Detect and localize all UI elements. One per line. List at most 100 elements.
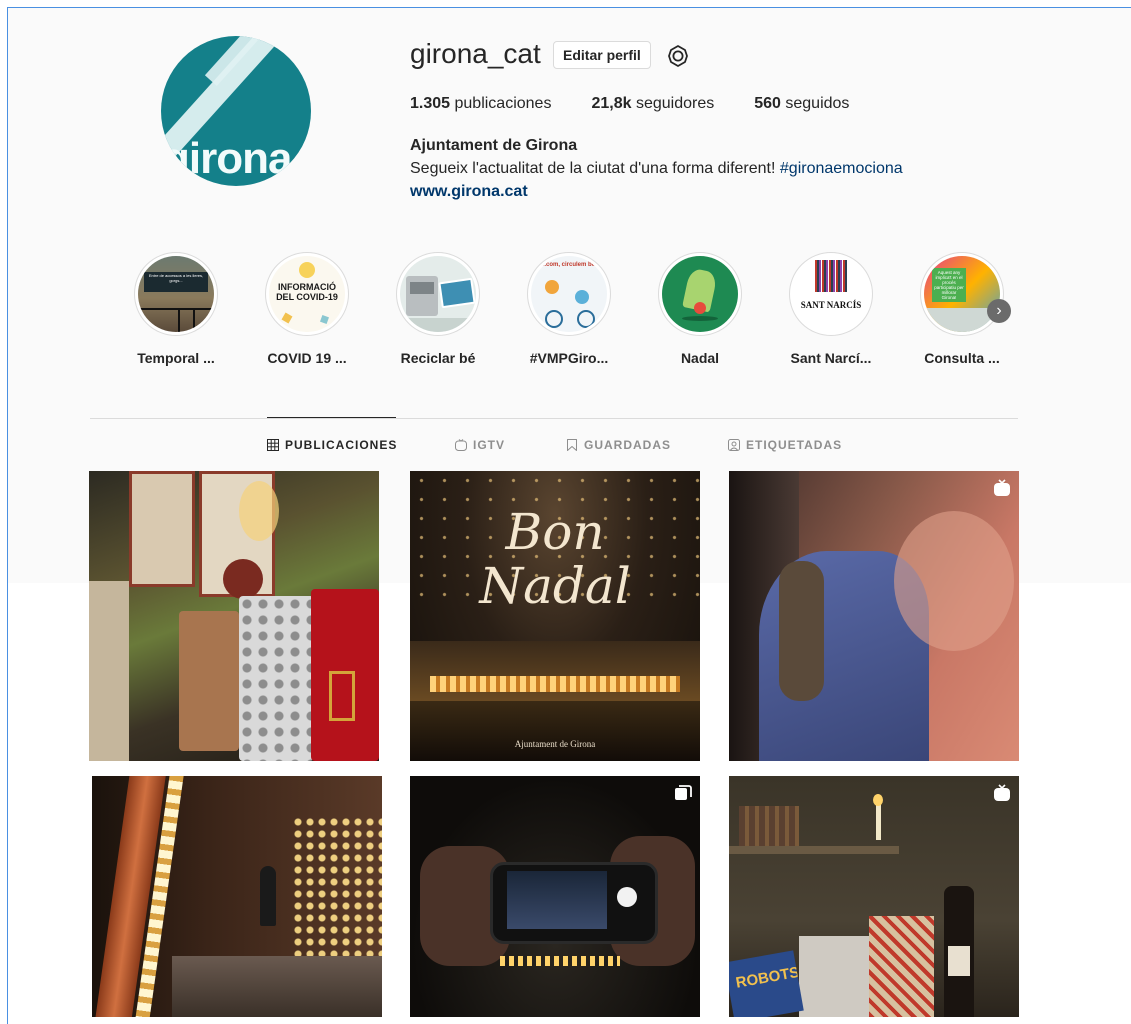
ground-shape	[400, 318, 476, 332]
following-stat[interactable]: 560 seguidos	[754, 95, 849, 113]
post-thumbnail[interactable]	[410, 776, 700, 1017]
railing-shape	[178, 308, 180, 332]
confetti-shape	[281, 312, 293, 324]
mailbox-slot-shape	[329, 671, 355, 721]
lantern-shape	[239, 481, 279, 541]
highlight-item[interactable]: INFORMACIÓ DEL COVID-19 COVID 19 ...	[262, 252, 352, 366]
settings-gear-icon[interactable]	[666, 44, 690, 68]
phone-screen-shape	[507, 871, 607, 929]
person-shape	[545, 280, 559, 294]
bottle-label-shape	[948, 946, 970, 976]
mailbox-shape	[179, 611, 239, 751]
buildings-shape	[410, 641, 700, 701]
profile-username: girona_cat	[410, 38, 541, 69]
highlight-ring: INFORMACIÓ DEL COVID-19	[265, 252, 349, 336]
game-box-text: ROBOTS	[734, 963, 801, 992]
card-shape	[438, 277, 476, 309]
highlight-label: Nadal	[680, 350, 720, 366]
railing-shape	[138, 308, 214, 310]
grid-icon	[267, 439, 279, 451]
highlight-label: Reciclar bé	[400, 350, 476, 366]
streamers-shape	[815, 260, 847, 292]
shadow-shape	[682, 316, 718, 321]
highlight-item[interactable]: Entre de accessos a les lleres, gorgs...…	[131, 252, 221, 366]
shutter-button-shape	[617, 887, 637, 907]
highlight-item[interactable]: Nadal	[655, 252, 745, 366]
igtv-icon	[994, 784, 1010, 801]
highlight-cover: INFORMACIÓ DEL COVID-19	[269, 256, 345, 332]
post-thumbnail[interactable]	[92, 776, 382, 1017]
post-thumbnail[interactable]	[89, 471, 379, 761]
post-thumbnail[interactable]: Bon Nadal Ajuntament de Girona	[410, 471, 700, 761]
tab-label: IGTV	[473, 438, 506, 452]
ornament-shape	[694, 302, 706, 314]
river-shape	[410, 701, 700, 761]
highlight-label: Temporal ...	[137, 350, 215, 366]
highlight-item[interactable]: SANT NARCÍS Sant Narcí...	[786, 252, 876, 366]
braid-shape	[779, 561, 824, 701]
railing-shape	[193, 308, 195, 332]
highlight-ring: SANT NARCÍS	[789, 252, 873, 336]
highlight-cover-text: INFORMACIÓ DEL COVID-19	[276, 282, 338, 302]
highlight-label: Sant Narcí...	[790, 350, 872, 366]
post-thumbnail[interactable]: ROBOTS	[729, 776, 1019, 1017]
highlight-label: Consulta ...	[924, 350, 1000, 366]
profile-full-name: Ajuntament de Girona	[410, 137, 578, 154]
tab-label: ETIQUETADAS	[746, 438, 843, 452]
tab-etiquetadas[interactable]: ETIQUETADAS	[728, 438, 842, 452]
phone-shape	[490, 862, 658, 944]
highlight-cover: Aquest any implica't en el procés partic…	[924, 256, 1000, 332]
profile-website-link[interactable]: www.girona.cat	[410, 183, 528, 201]
walkway-shape	[172, 956, 382, 1017]
person-shape	[575, 290, 589, 304]
highlight-cover-text: Aquest any implica't en el procés partic…	[932, 268, 966, 302]
highlight-label: COVID 19 ...	[267, 350, 347, 366]
confetti-shape	[320, 315, 329, 324]
igtv-icon	[994, 479, 1010, 496]
bio-hashtag-link[interactable]: #gironaemociona	[780, 160, 903, 177]
highlight-cover: ...com, circulem bé!	[531, 256, 607, 332]
highlight-cover-text: Entre de accessos a les lleres, gorgs...	[144, 272, 208, 292]
bridge-lights-shape	[500, 956, 620, 966]
highlight-ring: Entre de accessos a les lleres, gorgs...	[134, 252, 218, 336]
person-shape	[260, 866, 276, 926]
tab-guardadas[interactable]: GUARDADAS	[566, 438, 671, 452]
avatar-logo-text: girona	[163, 134, 292, 183]
highlight-item[interactable]: ...com, circulem bé! #VMPGiro...	[524, 252, 614, 366]
person-shape	[223, 559, 263, 599]
active-tab-indicator	[267, 417, 396, 418]
carousel-icon	[675, 785, 692, 800]
highlight-cover: SANT NARCÍS	[793, 256, 869, 332]
decorated-panel-shape	[129, 471, 195, 587]
bookmark-icon	[567, 439, 577, 451]
bridge-lights-shape	[430, 676, 680, 692]
edit-profile-button[interactable]: Editar perfil	[553, 41, 651, 69]
tab-label: GUARDADAS	[584, 438, 671, 452]
gift-box-shape	[869, 916, 934, 1017]
following-label: seguidos	[780, 95, 850, 112]
highlights-next-chevron-icon[interactable]: ›	[987, 299, 1011, 323]
highlight-cover	[662, 256, 738, 332]
followers-count: 21,8k	[591, 95, 632, 112]
posts-count: 1.305	[410, 95, 451, 112]
post-title-line-1: Bon	[505, 503, 605, 561]
recycling-bin-shape	[410, 282, 434, 294]
highlight-ring	[396, 252, 480, 336]
profile-avatar[interactable]: girona	[161, 36, 311, 186]
highlight-label: #VMPGiro...	[529, 350, 609, 366]
followers-stat[interactable]: 21,8k seguidores	[591, 95, 714, 113]
candle-shape	[876, 804, 881, 840]
highlight-cover: Entre de accessos a les lleres, gorgs...	[138, 256, 214, 332]
wheel-shape	[577, 310, 595, 328]
wine-bottle-shape	[944, 886, 974, 1017]
mailbox-shape	[239, 596, 314, 761]
posts-label: publicaciones	[450, 95, 552, 112]
highlight-ring	[658, 252, 742, 336]
followers-label: seguidores	[631, 95, 715, 112]
post-title-line-2: Nadal	[479, 557, 631, 615]
tab-igtv[interactable]: IGTV	[455, 438, 505, 452]
post-thumbnail[interactable]	[729, 471, 1019, 761]
tab-publicaciones[interactable]: PUBLICACIONES	[267, 438, 397, 452]
highlight-item[interactable]: Reciclar bé	[393, 252, 483, 366]
profile-bio: Segueix l'actualitat de la ciutat d'una …	[410, 160, 903, 178]
